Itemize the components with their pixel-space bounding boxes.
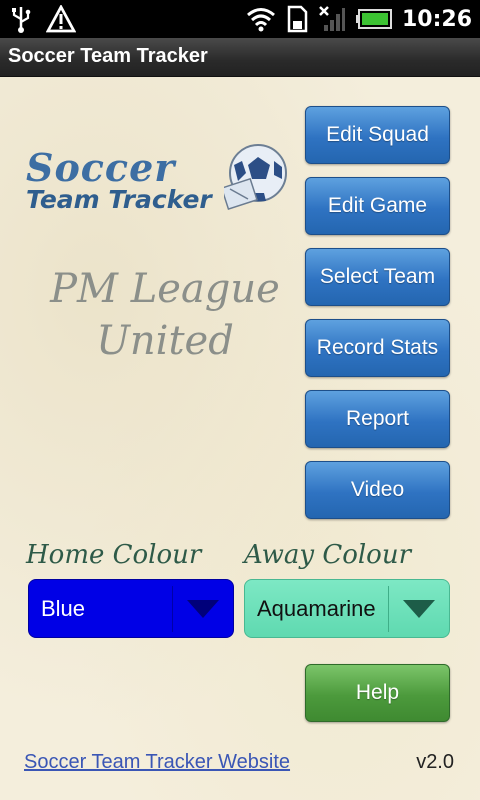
app-title: Soccer Team Tracker — [8, 45, 208, 67]
website-link[interactable]: Soccer Team Tracker Website — [24, 751, 290, 774]
edit-game-button[interactable]: Edit Game — [305, 177, 450, 235]
title-bar: Soccer Team Tracker — [0, 38, 480, 77]
version-label: v2.0 — [416, 751, 454, 773]
away-colour-label: Away Colour — [244, 540, 412, 570]
team-name-line1: PM League — [50, 266, 280, 312]
soccer-ball-icon — [224, 144, 287, 210]
team-name-line2: United — [96, 318, 234, 364]
dropdown-arrow-icon — [187, 600, 219, 618]
logo-text-soccer: Soccer — [26, 145, 176, 190]
clock: 10:26 — [401, 6, 472, 32]
report-button[interactable]: Report — [305, 390, 450, 448]
home-colour-select[interactable]: Blue — [28, 579, 234, 638]
select-team-button[interactable]: Select Team — [305, 248, 450, 306]
away-colour-select[interactable]: Aquamarine — [244, 579, 450, 638]
edit-squad-button[interactable]: Edit Squad — [305, 106, 450, 164]
signal-off-icon — [319, 6, 345, 31]
dropdown-arrow-icon — [403, 600, 435, 618]
away-colour-value: Aquamarine — [257, 596, 376, 621]
wifi-icon — [247, 8, 275, 32]
help-button[interactable]: Help — [305, 664, 450, 722]
logo-text-team-tracker: Team Tracker — [26, 185, 212, 214]
usb-icon — [12, 7, 31, 33]
sd-card-icon — [287, 5, 308, 33]
home-colour-value: Blue — [41, 596, 86, 621]
record-stats-button[interactable]: Record Stats — [305, 319, 450, 377]
warning-icon — [46, 5, 76, 33]
select-divider — [172, 586, 173, 632]
status-bar: 10:26 — [0, 0, 480, 38]
battery-icon — [355, 9, 392, 29]
select-divider — [388, 586, 389, 632]
app-logo: Soccer Team Tracker — [24, 144, 294, 225]
home-colour-label: Home Colour — [26, 540, 202, 570]
video-button[interactable]: Video — [305, 461, 450, 519]
